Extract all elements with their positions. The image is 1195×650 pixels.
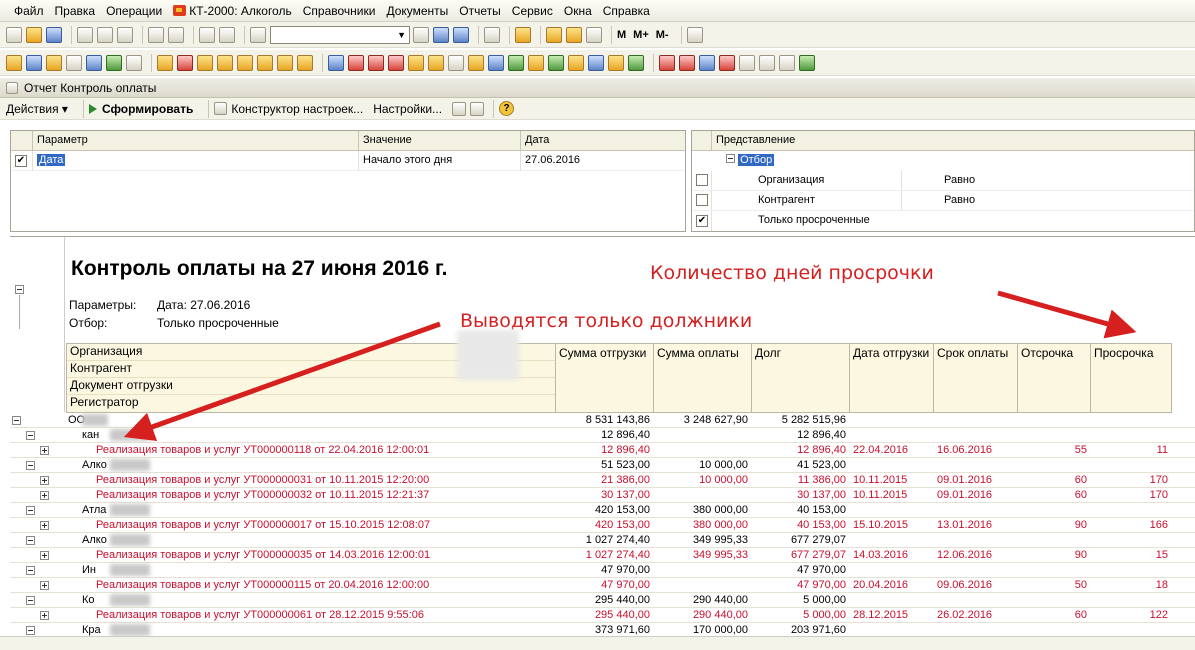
horizontal-scrollbar[interactable] bbox=[0, 636, 1195, 650]
blurred-region bbox=[457, 330, 519, 380]
arrow-debtors bbox=[123, 321, 441, 442]
annotation-only-debtors: Выводятся только должники bbox=[460, 310, 753, 332]
arrow-overdue bbox=[997, 290, 1137, 339]
annotation-overdue-days: Количество дней просрочки bbox=[650, 262, 934, 284]
